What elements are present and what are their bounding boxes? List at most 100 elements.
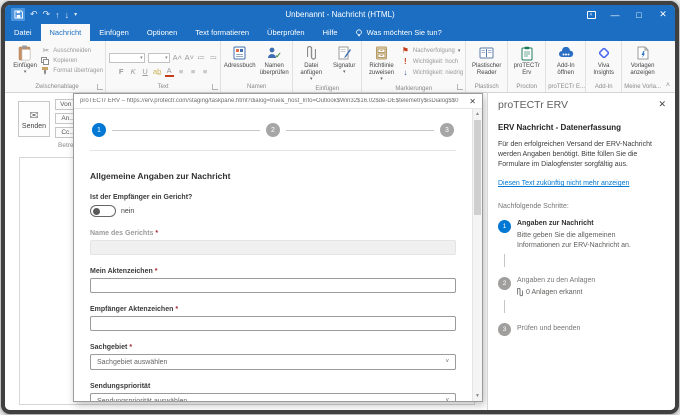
step-2-desc: 0 Anlagen erkannt (526, 288, 582, 298)
undo-icon[interactable]: ↶ (30, 9, 38, 20)
immersive-reader-button[interactable]: Plastischer Reader (468, 43, 505, 79)
hide-text-link[interactable]: Diesen Text zukünftig nicht mehr anzeige… (498, 180, 666, 187)
align-left-icon[interactable]: ≡ (177, 67, 186, 76)
step-1-title: Angaben zur Nachricht (517, 219, 657, 229)
envelope-icon: ✉ (29, 109, 38, 122)
taskpane-step-1: 1 Angaben zur Nachricht Bitte geben Sie … (498, 219, 666, 250)
priority-select[interactable]: Sendungspriorität auswählen ˅ (90, 393, 456, 401)
show-templates-button[interactable]: Vorlagen anzeigen (625, 43, 661, 79)
font-size-select[interactable]: ▾ (148, 53, 170, 63)
ribbon-group-clipboard: Einfügen ▾ ✂Ausschneiden Kopieren Format… (9, 41, 106, 92)
highlight-color-icon[interactable]: ab̲ (153, 67, 162, 76)
address-book-button[interactable]: Adressbuch (223, 43, 256, 72)
tellme-label: Was möchten Sie tun? (367, 28, 442, 37)
ribbon: Einfügen ▾ ✂Ausschneiden Kopieren Format… (5, 41, 675, 93)
font-color-icon[interactable]: A (165, 66, 174, 77)
shrink-font-icon[interactable]: A˅ (185, 53, 194, 62)
numbering-icon[interactable]: ≕ (209, 53, 218, 62)
step-2-title: Angaben zu den Anlagen (517, 276, 595, 286)
align-right-icon[interactable]: ≡ (201, 67, 210, 76)
maximize-button[interactable]: □ (627, 5, 651, 24)
open-addin-button[interactable]: Add-In öffnen (549, 43, 583, 79)
ribbon-group-templates: Vorlagen anzeigen Meine Vorla... (622, 41, 663, 92)
group-label-templates: Meine Vorla... (624, 83, 661, 92)
group-label-include: Einfügen (295, 85, 359, 93)
group-label-text: Text (108, 83, 218, 92)
immersive-reader-icon (479, 45, 494, 61)
collapse-ribbon-icon[interactable]: ˄ (663, 82, 675, 92)
importance-high-button[interactable]: !Wichtigkeit: hoch (401, 57, 463, 66)
viva-insights-button[interactable]: Viva Insights (588, 43, 619, 79)
my-reference-input[interactable] (90, 278, 456, 293)
ribbon-display-options-icon[interactable]: ˄ (579, 5, 603, 24)
taskpane-description: Für den erfolgreichen Versand der ERV-Na… (498, 140, 666, 170)
tab-datei[interactable]: Datei (5, 24, 41, 41)
protectr-erv-button[interactable]: proTECTr Erv (510, 43, 543, 79)
scroll-up-icon[interactable]: ▲ (473, 109, 482, 119)
tab-einfuegen[interactable]: Einfügen (90, 24, 138, 41)
grow-font-icon[interactable]: A˄ (173, 53, 182, 62)
customize-qat-icon[interactable]: ▾ (74, 11, 77, 18)
ribbon-group-immersive: Plastischer Reader Plastisch (466, 41, 508, 92)
send-button[interactable]: ✉ Senden (18, 101, 50, 137)
paste-button[interactable]: Einfügen ▾ (11, 43, 39, 78)
save-icon[interactable] (11, 8, 25, 21)
clipboard-icon (18, 45, 32, 61)
check-names-button[interactable]: ✓ Namen überprüfen (258, 43, 290, 79)
align-center-icon[interactable]: ≡ (189, 67, 198, 76)
italic-button[interactable]: K (129, 67, 138, 76)
scroll-down-icon[interactable]: ▼ (473, 391, 482, 401)
brush-icon (41, 67, 50, 75)
previous-item-icon[interactable]: ↑ (55, 10, 60, 20)
cut-button[interactable]: ✂Ausschneiden (41, 46, 103, 55)
dialog-launcher-icon[interactable] (212, 84, 218, 90)
taskpane-close-icon[interactable]: ✕ (658, 99, 666, 110)
underline-button[interactable]: U (141, 67, 150, 76)
dialog-close-icon[interactable]: ✕ (463, 97, 476, 106)
recipient-reference-input[interactable] (90, 316, 456, 331)
ribbon-group-include: Datei anfügen ▾ Signatur ▾ Einfügen (293, 41, 362, 92)
dialog-launcher-icon[interactable] (97, 84, 103, 90)
down-arrow-icon: ↓ (401, 68, 410, 77)
cloud-icon (558, 45, 574, 61)
tab-text-formatieren[interactable]: Text formatieren (186, 24, 258, 41)
group-label-names: Namen (223, 83, 290, 92)
minimize-button[interactable]: — (603, 5, 627, 24)
lightbulb-icon (355, 29, 363, 37)
importance-low-button[interactable]: ↓Wichtigkeit: niedrig (401, 68, 463, 77)
dialog-scrollbar[interactable]: ▲ ▼ (472, 109, 482, 401)
copy-button[interactable]: Kopieren (41, 57, 103, 65)
subject-area-select[interactable]: Sachgebiet auswählen ˅ (90, 354, 456, 370)
recipient-reference-label: Empfänger Aktenzeichen * (90, 306, 456, 313)
scrollbar-thumb[interactable] (474, 120, 481, 215)
redo-icon[interactable]: ↷ (43, 9, 51, 20)
court-toggle[interactable] (90, 205, 116, 217)
ribbon-group-text: ▾ ▾ A˄ A˅ ≔ ≕ F K U ab̲ A ≡ ≡ ≡ (106, 41, 221, 92)
subject-area-label: Sachgebiet * (90, 344, 456, 351)
check-names-icon: ✓ (267, 45, 281, 61)
close-button[interactable]: ✕ (651, 5, 675, 24)
tab-nachricht[interactable]: Nachricht (41, 24, 91, 41)
step-1-circle: 1 (92, 123, 106, 137)
tab-optionen[interactable]: Optionen (138, 24, 186, 41)
step-2-circle: 2 (266, 123, 280, 137)
flag-icon: ⚑ (401, 46, 410, 55)
tellme-box[interactable]: Was möchten Sie tun? (347, 24, 450, 41)
signature-button[interactable]: Signatur ▾ (329, 43, 359, 78)
format-painter-button[interactable]: Format übertragen (41, 67, 103, 75)
chevron-down-icon: ˅ (445, 398, 449, 401)
dialog-launcher-icon[interactable] (457, 84, 463, 90)
follow-up-button[interactable]: ⚑Nachverfolgung▾ (401, 46, 463, 55)
attach-file-button[interactable]: Datei anfügen ▾ (295, 43, 327, 85)
bold-button[interactable]: F (117, 67, 126, 76)
court-toggle-value: nein (121, 208, 134, 215)
tab-ueberpruefen[interactable]: Überprüfen (258, 24, 314, 41)
group-label-immersive: Plastisch (468, 83, 505, 92)
tab-hilfe[interactable]: Hilfe (314, 24, 347, 41)
outlook-window: ↶ ↷ ↑ ↓ ▾ Unbenannt - Nachricht (HTML) ˄… (1, 1, 679, 414)
font-name-select[interactable]: ▾ (109, 53, 145, 63)
next-item-icon[interactable]: ↓ (65, 10, 70, 20)
bullets-icon[interactable]: ≔ (197, 53, 206, 62)
step-2-badge: 2 (498, 277, 511, 290)
assign-policy-button[interactable]: Richtlinie zuweisen ▾ (364, 43, 399, 85)
